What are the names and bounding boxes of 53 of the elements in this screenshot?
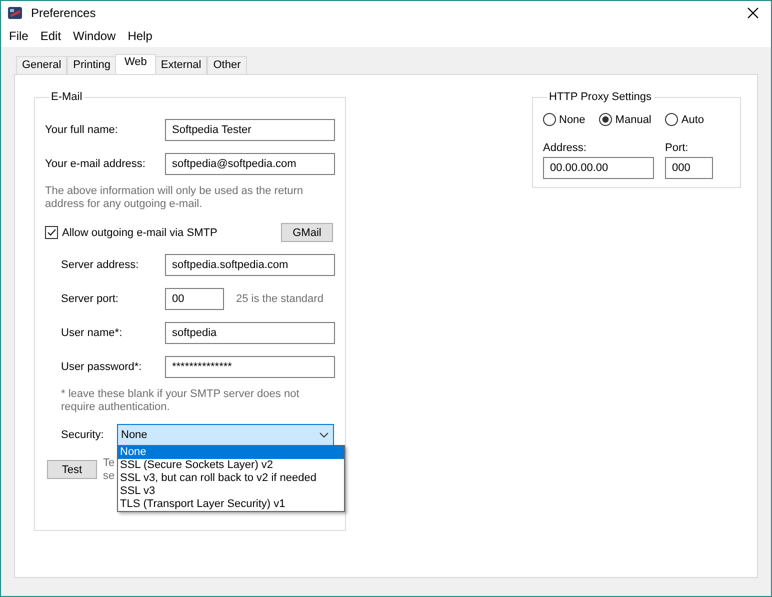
test-button[interactable]: Test: [47, 460, 97, 479]
app-icon: [7, 4, 23, 20]
menu-item[interactable]: Window: [67, 26, 122, 44]
auth-note: * leave these blank if your SMTP server does not require authentication.: [61, 388, 300, 414]
input-field[interactable]: softpedia: [165, 322, 335, 344]
field-label: User name*:: [61, 327, 124, 339]
menu-item[interactable]: Help: [122, 26, 158, 44]
dropdown-option[interactable]: None: [118, 446, 344, 459]
gmail-button[interactable]: GMail: [281, 223, 333, 242]
tab[interactable]: Web: [115, 54, 156, 74]
hint-text: 25 is the standard: [236, 293, 324, 305]
input-field[interactable]: **************: [165, 356, 335, 378]
input-field[interactable]: Softpedia Tester: [165, 119, 335, 141]
radio-button[interactable]: [599, 113, 612, 126]
radio-button[interactable]: [665, 113, 678, 126]
security-dropdown[interactable]: None: [117, 424, 334, 446]
field-label: Port:: [665, 142, 690, 154]
radio-label[interactable]: Manual: [615, 114, 652, 126]
input-field[interactable]: softpedia@softpedia.com: [165, 153, 335, 175]
input-field[interactable]: softpedia.softpedia.com: [165, 254, 335, 276]
radio-label[interactable]: Auto: [681, 114, 704, 126]
field-label: Server address:: [61, 259, 140, 271]
input-field[interactable]: 000: [665, 157, 713, 179]
dropdown-option[interactable]: TLS (Transport Layer Security) v1: [118, 498, 344, 511]
tab[interactable]: Printing: [67, 56, 116, 74]
close-icon[interactable]: [747, 6, 759, 18]
partial-text: se: [103, 470, 115, 483]
field-label: Address:: [543, 142, 588, 154]
field-label: User password*:: [61, 361, 143, 373]
window-title: Preferences: [31, 6, 97, 20]
checkbox-label[interactable]: Allow outgoing e-mail via SMTP: [62, 226, 218, 238]
menu-item[interactable]: File: [3, 26, 34, 44]
field-label: Server port:: [61, 293, 120, 305]
input-field[interactable]: 00: [165, 288, 224, 310]
dropdown-option[interactable]: SSL (Secure Sockets Layer) v2: [118, 459, 344, 472]
radio-label[interactable]: None: [559, 114, 586, 126]
info-note: The above information will only be used as the return address for any outgoing e-mail.: [45, 185, 304, 211]
field-label: Security:: [61, 429, 105, 441]
checkbox[interactable]: [45, 226, 58, 239]
tab[interactable]: External: [154, 56, 208, 74]
dropdown-option[interactable]: SSL v3: [118, 485, 344, 498]
field-label: Your e-mail address:: [45, 158, 146, 170]
group-title: HTTP Proxy Settings: [548, 91, 652, 103]
radio-button[interactable]: [543, 113, 556, 126]
dropdown-option[interactable]: SSL v3, but can roll back to v2 if needed: [118, 472, 344, 485]
field-label: Your full name:: [45, 124, 119, 136]
menu-item[interactable]: Edit: [34, 26, 68, 44]
tab[interactable]: General: [16, 56, 68, 74]
tab[interactable]: Other: [207, 56, 247, 74]
partial-text: Te: [103, 457, 115, 470]
chevron-icon: [319, 432, 329, 438]
group-title: E-Mail: [50, 91, 84, 103]
input-field[interactable]: 00.00.00.00: [543, 157, 654, 179]
